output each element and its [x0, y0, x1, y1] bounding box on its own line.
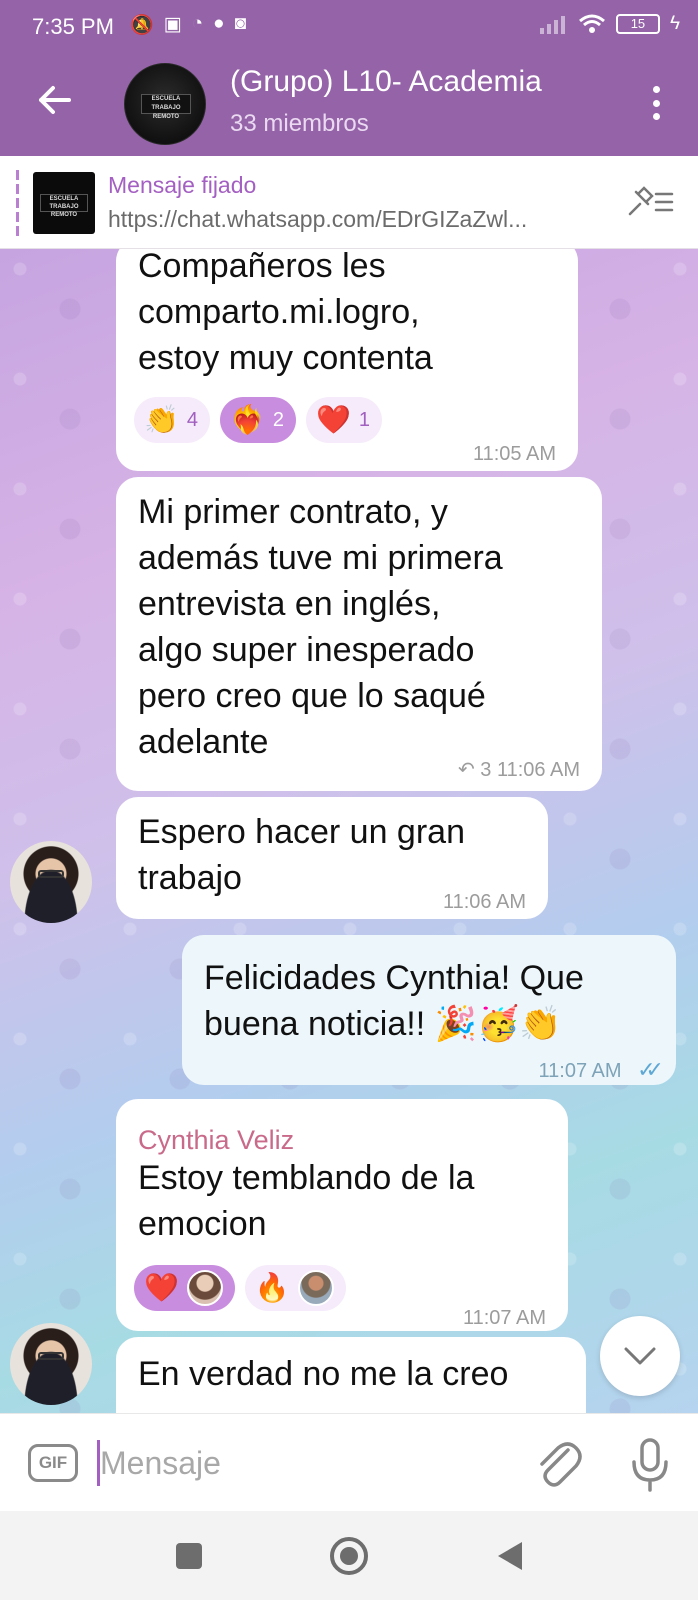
message-text: buena noticia!! 🎉🥳👏: [204, 1005, 562, 1043]
pinned-label: Mensaje fijado: [108, 172, 257, 198]
status-bar: 7:35 PM 🔕 ▣ ◔ ● ◙ 15 ϟ: [0, 0, 698, 50]
message-text: estoy muy contenta: [138, 339, 433, 377]
sender-avatar[interactable]: [10, 1323, 92, 1405]
member-count: 33 miembros: [230, 110, 369, 137]
message-meta: 11:07 AM ✓✓: [538, 1047, 664, 1094]
message-text: Espero hacer un gran: [138, 813, 465, 851]
chat-title[interactable]: (Grupo) L10- Academia: [230, 65, 610, 99]
pinned-thumbnail: ESCUELA TRABAJO REMOTO: [33, 172, 95, 234]
recents-button[interactable]: [168, 1535, 210, 1577]
home-button[interactable]: [328, 1535, 370, 1577]
message-text: comparto.mi.logro,: [138, 293, 420, 331]
notification-icons: 🔕 ▣ ◔ ● ◙: [130, 13, 246, 37]
back-nav-button[interactable]: [488, 1535, 530, 1577]
circle-icon: [330, 1537, 368, 1575]
pinned-message-bar[interactable]: ESCUELA TRABAJO REMOTO Mensaje fijado htt…: [0, 156, 698, 249]
pinned-indicator: [16, 170, 19, 236]
more-options-button[interactable]: [646, 78, 666, 128]
message-text: Mi primer contrato, y: [138, 493, 448, 531]
nfc-icon: ▣: [163, 14, 182, 35]
reaction-clap[interactable]: 👏 4: [134, 397, 210, 443]
chat-area[interactable]: Compañeros les comparto.mi.logro, estoy …: [0, 249, 698, 1413]
message-bubble[interactable]: Compañeros les comparto.mi.logro, estoy …: [116, 249, 578, 471]
message-text: adelante: [138, 723, 269, 761]
message-bubble[interactable]: Cynthia Veliz Estoy temblando de la emoc…: [116, 1099, 568, 1331]
scroll-down-button[interactable]: [600, 1316, 680, 1396]
message-text: además tuve mi primera: [138, 539, 503, 577]
read-ticks-icon: ✓✓: [637, 1057, 664, 1082]
chat-header[interactable]: ESCUELA TRABAJO REMOTO (Grupo) L10- Acade…: [0, 50, 698, 156]
reaction-heart[interactable]: ❤️: [134, 1265, 235, 1311]
reaction-fire[interactable]: 🔥: [244, 1265, 346, 1311]
message-text: Felicidades Cynthia! Que: [204, 959, 584, 997]
reactions: ❤️ 🔥: [134, 1265, 346, 1311]
gif-button[interactable]: GIF: [28, 1444, 78, 1482]
message-text: pero creo que lo saqué: [138, 677, 486, 715]
message-text: emocion: [138, 1205, 267, 1243]
pinned-text: https://chat.whatsapp.com/EDrGIZaZwl...: [108, 206, 528, 232]
status-time: 7:35 PM: [32, 14, 114, 39]
triangle-back-icon: [498, 1542, 522, 1570]
message-meta: ↶ 3 11:06 AM: [458, 747, 580, 793]
wifi-icon: [578, 14, 605, 33]
charging-icon: ϟ: [669, 13, 680, 34]
group-avatar[interactable]: ESCUELA TRABAJO REMOTO: [124, 63, 206, 145]
message-bubble[interactable]: En verdad no me la creo: [116, 1337, 586, 1413]
message-bubble[interactable]: Mi primer contrato, y además tuve mi pri…: [116, 477, 602, 791]
message-composer: GIF: [0, 1413, 698, 1511]
message-text: trabajo: [138, 859, 242, 897]
reaction-heart-fire[interactable]: ❤️‍🔥 2: [220, 397, 296, 443]
group-logo: ESCUELA TRABAJO REMOTO: [141, 94, 191, 120]
message-time: 11:06 AM: [496, 759, 580, 781]
outgoing-message-bubble[interactable]: Felicidades Cynthia! Que buena noticia!!…: [182, 935, 676, 1085]
signal-icon: [539, 16, 565, 34]
sender-avatar[interactable]: [10, 841, 92, 923]
reactor-avatar: [297, 1270, 334, 1306]
instagram-icon: ◙: [234, 13, 247, 34]
whatsapp-icon: ◔: [191, 13, 204, 34]
reaction-heart[interactable]: ❤️ 1: [306, 397, 382, 443]
microphone-icon[interactable]: [626, 1436, 674, 1492]
reactor-avatar: [186, 1270, 223, 1306]
message-time: 11:06 AM: [442, 891, 526, 913]
system-icons: 15 ϟ: [538, 13, 680, 35]
message-input[interactable]: [100, 1436, 500, 1490]
message-text: Compañeros les: [138, 249, 386, 285]
chevron-down-icon: [624, 1347, 656, 1365]
message-text: algo super inesperado: [138, 631, 475, 669]
message-text: Estoy temblando de la: [138, 1159, 475, 1197]
message-bubble[interactable]: Espero hacer un gran trabajo 11:06 AM: [116, 797, 548, 919]
mute-icon: 🔕: [130, 15, 154, 36]
attachment-icon[interactable]: [532, 1436, 584, 1492]
chat-icon: ●: [213, 13, 225, 34]
arrow-left-icon: [39, 86, 71, 114]
top-bar: 7:35 PM 🔕 ▣ ◔ ● ◙ 15 ϟ ESCUELA TRABAJO RE…: [0, 0, 698, 156]
reply-icon: ↶: [457, 759, 475, 781]
back-button[interactable]: [26, 72, 82, 128]
message-time: 11:07 AM: [462, 1307, 546, 1329]
message-time: 11:05 AM: [472, 443, 556, 465]
message-text: entrevista en inglés,: [138, 585, 441, 623]
square-icon: [176, 1543, 202, 1569]
system-navigation-bar: [0, 1511, 698, 1600]
pin-list-icon[interactable]: [626, 184, 676, 220]
reactions: 👏 4 ❤️‍🔥 2 ❤️ 1: [134, 397, 382, 443]
battery-icon: 15: [615, 14, 660, 34]
message-time: 11:07 AM: [538, 1060, 622, 1082]
message-text: En verdad no me la creo: [138, 1355, 509, 1393]
reply-count[interactable]: 3: [480, 759, 491, 781]
